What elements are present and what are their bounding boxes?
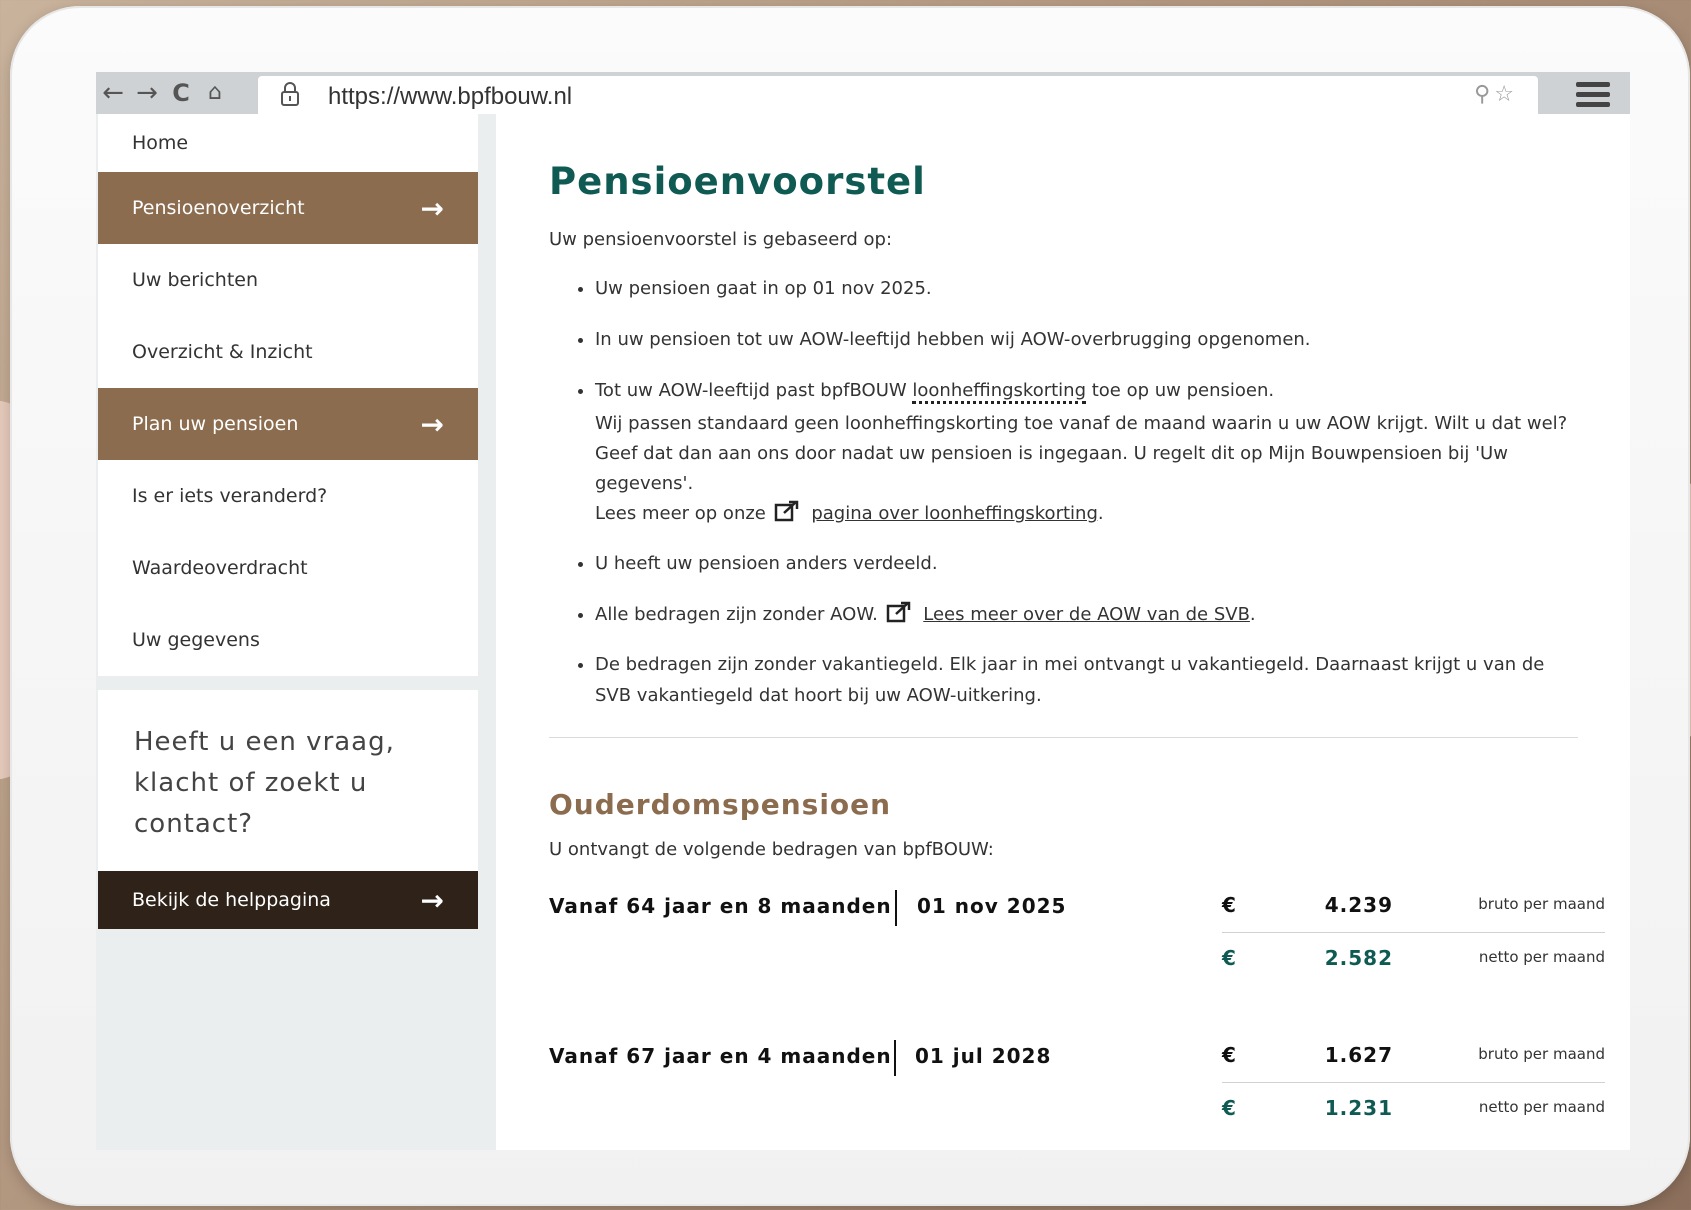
read-more-line: Lees meer op onze pagina over loonheffin… (595, 499, 1578, 529)
list-item-text: Uw pensioen gaat in op 01 nov 2025. (595, 278, 932, 299)
start-date: 01 nov 2025 (917, 894, 1067, 918)
help-text: Heeft u een vraag, klacht of zoekt u con… (134, 727, 395, 839)
currency-symbol: € (1222, 946, 1236, 970)
tooltip-term[interactable]: loonheffingskorting (912, 380, 1087, 404)
loonheffingskorting-link[interactable]: pagina over loonheffingskorting (811, 503, 1098, 524)
lock-icon (281, 82, 299, 106)
amount-block: Vanaf 64 jaar en 8 maanden 01 nov 2025 €… (549, 878, 1605, 1028)
list-item: Tot uw AOW-leeftijd past bpfBOUW loonhef… (595, 374, 1578, 529)
sidebar-item-label: Uw gegevens (132, 629, 260, 651)
gross-label: bruto per maand (1478, 895, 1605, 913)
net-amount: 1.231 (1324, 1096, 1393, 1120)
gross-row: € 4.239 bruto per maand (1222, 883, 1605, 933)
net-row: € 1.231 netto per maand (1222, 1086, 1605, 1136)
home-icon[interactable]: ⌂ (198, 72, 232, 114)
gross-amount: 4.239 (1324, 893, 1393, 917)
list-item: Alle bedragen zijn zonder AOW. Lees meer… (595, 598, 1578, 631)
currency-symbol: € (1222, 893, 1236, 917)
section-divider (549, 737, 1578, 738)
list-item-paragraph: Wij passen standaard geen loonheffingsko… (595, 413, 1568, 494)
separator (894, 1040, 896, 1076)
sidebar-item-label: Pensioenoverzicht (132, 197, 305, 219)
currency-symbol: € (1222, 1096, 1236, 1120)
sidebar-item-label: Plan uw pensioen (132, 413, 299, 435)
browser-toolbar: ← → C ⌂ https://www.bpfbouw.nl ⚲☆ (96, 72, 1630, 114)
gross-row: € 1.627 bruto per maand (1222, 1033, 1605, 1083)
back-arrow-icon[interactable]: ← (96, 72, 130, 114)
reload-icon[interactable]: C (164, 72, 198, 114)
sidebar-item-label: Overzicht & Inzicht (132, 341, 313, 363)
net-row: € 2.582 netto per maand (1222, 936, 1605, 986)
external-link-icon (774, 500, 798, 522)
list-item-text: Alle bedragen zijn zonder AOW. (595, 604, 878, 625)
gross-amount: 1.627 (1324, 1043, 1393, 1067)
arrow-right-icon: → (420, 407, 444, 441)
forward-arrow-icon[interactable]: → (130, 72, 164, 114)
list-item: Uw pensioen gaat in op 01 nov 2025. (595, 272, 1578, 305)
help-card: Heeft u een vraag, klacht of zoekt u con… (98, 690, 478, 871)
url-text: https://www.bpfbouw.nl (328, 83, 573, 110)
help-page-button[interactable]: Bekijk de helppagina → (98, 871, 478, 929)
currency-symbol: € (1222, 1043, 1236, 1067)
sidebar-item-uw-berichten[interactable]: Uw berichten (98, 244, 478, 316)
list-item-text: toe op uw pensioen. (1086, 380, 1275, 401)
start-date: 01 jul 2028 (915, 1044, 1052, 1068)
list-item: In uw pensioen tot uw AOW-leeftijd hebbe… (595, 323, 1578, 356)
page-title: Pensioenvoorstel (549, 160, 926, 203)
sidebar-item-uw-gegevens[interactable]: Uw gegevens (98, 604, 478, 676)
amount-block: Vanaf 67 jaar en 4 maanden 01 jul 2028 €… (549, 1028, 1605, 1150)
sidebar-menu: Home Pensioenoverzicht → Uw berichten Ov… (98, 114, 478, 676)
hamburger-menu-icon[interactable] (1576, 82, 1610, 107)
tablet-frame: ← → C ⌂ https://www.bpfbouw.nl ⚲☆ Home P… (10, 6, 1690, 1206)
net-label: netto per maand (1478, 1098, 1605, 1116)
external-link-icon (886, 601, 910, 623)
sidebar-item-overzicht-inzicht[interactable]: Overzicht & Inzicht (98, 316, 478, 388)
list-item: De bedragen zijn zonder vakantiegeld. El… (595, 649, 1578, 711)
gross-label: bruto per maand (1478, 1045, 1605, 1063)
address-bar[interactable]: https://www.bpfbouw.nl ⚲☆ (258, 76, 1538, 114)
sidebar-item-home[interactable]: Home (98, 114, 478, 172)
list-item-text: De bedragen zijn zonder vakantiegeld. El… (595, 654, 1545, 706)
help-button-label: Bekijk de helppagina (132, 889, 331, 911)
sidebar-item-waardeoverdracht[interactable]: Waardeoverdracht (98, 532, 478, 604)
main-content: Pensioenvoorstel Uw pensioenvoorstel is … (496, 114, 1630, 1150)
tablet-screen: ← → C ⌂ https://www.bpfbouw.nl ⚲☆ Home P… (96, 72, 1630, 1150)
net-label: netto per maand (1478, 948, 1605, 966)
list-item-text: U heeft uw pensioen anders verdeeld. (595, 553, 938, 574)
zoom-bookmark-icons[interactable]: ⚲☆ (1474, 82, 1518, 107)
sidebar-item-is-er-iets-veranderd[interactable]: Is er iets veranderd? (98, 460, 478, 532)
section-intro: U ontvangt de volgende bedragen van bpfB… (549, 839, 994, 860)
arrow-right-icon: → (420, 883, 444, 917)
arrow-right-icon: → (420, 191, 444, 225)
sidebar: Home Pensioenoverzicht → Uw berichten Ov… (98, 114, 478, 1150)
list-item-text: In uw pensioen tot uw AOW-leeftijd hebbe… (595, 329, 1311, 350)
conditions-list: Uw pensioen gaat in op 01 nov 2025. In u… (549, 272, 1578, 711)
sidebar-item-label: Uw berichten (132, 269, 258, 291)
aow-svb-link[interactable]: Lees meer over de AOW van de SVB (923, 604, 1250, 625)
sidebar-item-label: Waardeoverdracht (132, 557, 308, 579)
period-label: Vanaf 64 jaar en 8 maanden (549, 894, 892, 918)
sidebar-item-label: Is er iets veranderd? (132, 485, 328, 507)
sidebar-item-label: Home (132, 132, 189, 154)
sidebar-item-plan-uw-pensioen[interactable]: Plan uw pensioen → (98, 388, 478, 460)
list-item-text: Tot uw AOW-leeftijd past bpfBOUW (595, 380, 913, 401)
period-label: Vanaf 67 jaar en 4 maanden (549, 1044, 892, 1068)
section-title: Ouderdomspensioen (549, 788, 892, 821)
net-amount: 2.582 (1324, 946, 1393, 970)
list-item: U heeft uw pensioen anders verdeeld. (595, 547, 1578, 580)
separator (895, 890, 897, 926)
sidebar-item-pensioenoverzicht[interactable]: Pensioenoverzicht → (98, 172, 478, 244)
intro-text: Uw pensioenvoorstel is gebaseerd op: (549, 229, 893, 250)
read-more-text: Lees meer op onze (595, 503, 766, 524)
